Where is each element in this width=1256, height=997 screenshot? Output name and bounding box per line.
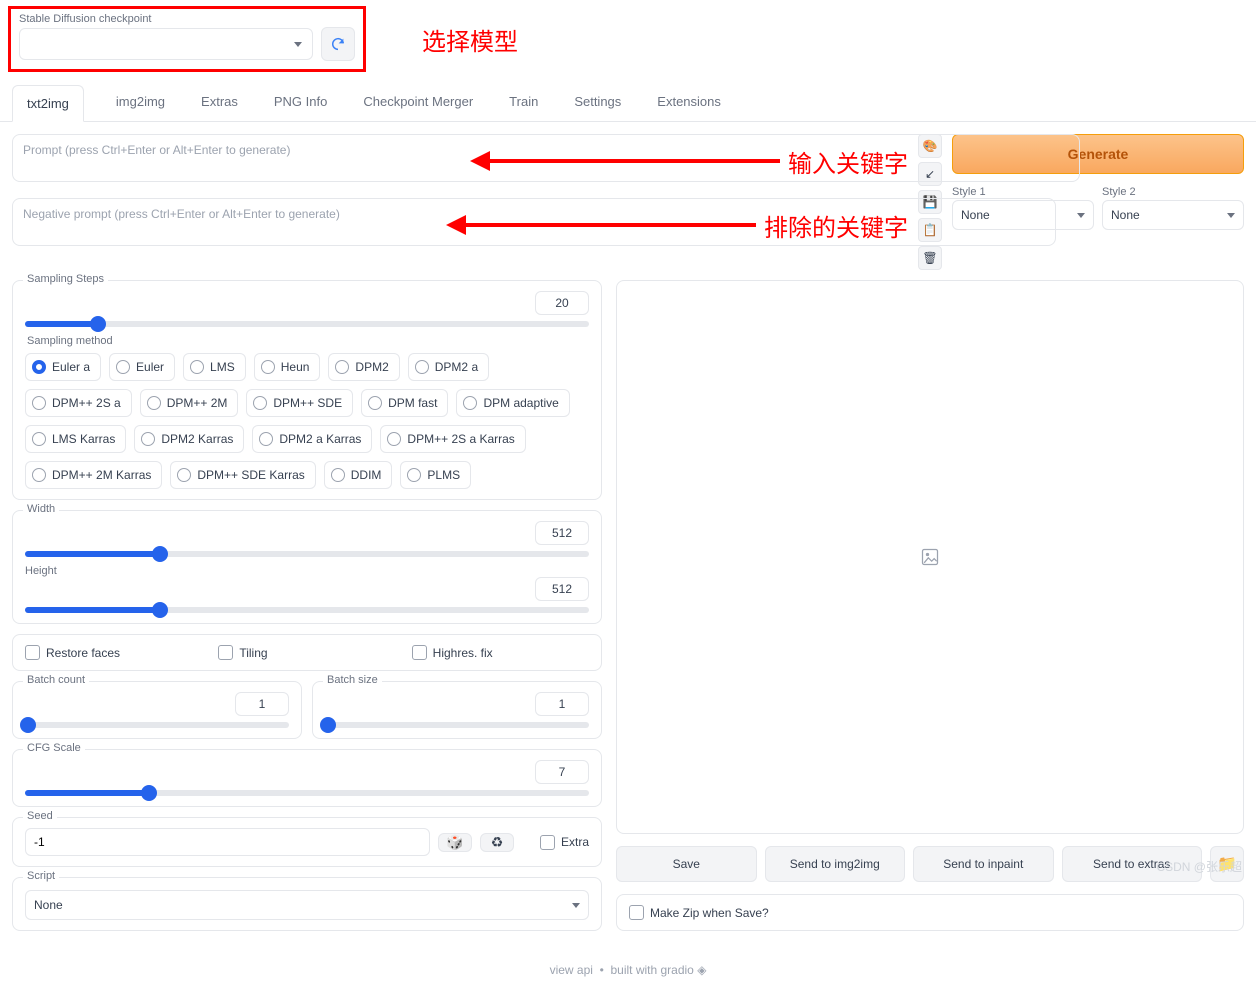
sampling-steps-box: Sampling Steps 20 Sampling method Euler …: [12, 280, 602, 500]
sampler-euler-a[interactable]: Euler a: [25, 353, 101, 381]
batch-count-slider[interactable]: [25, 722, 289, 728]
script-box: Script None: [12, 877, 602, 931]
sampler-dpm-sde[interactable]: DPM++ SDE: [246, 389, 353, 417]
height-value[interactable]: 512: [535, 577, 589, 601]
sampling-steps-value[interactable]: 20: [535, 291, 589, 315]
zip-checkbox[interactable]: Make Zip when Save?: [629, 905, 1231, 920]
sampler-dpm-2s-a-karras[interactable]: DPM++ 2S a Karras: [380, 425, 525, 453]
footer: view api • built with gradio ◈: [0, 943, 1256, 997]
script-select[interactable]: None: [25, 890, 589, 920]
prompt-input[interactable]: Prompt (press Ctrl+Enter or Alt+Enter to…: [12, 134, 1080, 182]
sampler-lms[interactable]: LMS: [183, 353, 246, 381]
image-placeholder-icon: [920, 547, 940, 567]
sampler-dpm-fast[interactable]: DPM fast: [361, 389, 448, 417]
style1-label: Style 1: [952, 186, 1094, 198]
highres-fix-checkbox[interactable]: Highres. fix: [412, 645, 589, 660]
style2-label: Style 2: [1102, 186, 1244, 198]
tab-img2img[interactable]: img2img: [112, 84, 169, 121]
sampler-lms-karras[interactable]: LMS Karras: [25, 425, 126, 453]
sampler-dpm-adaptive[interactable]: DPM adaptive: [456, 389, 569, 417]
seed-box: Seed 🎲 ♻ Extra: [12, 817, 602, 867]
checkpoint-refresh-button[interactable]: [321, 27, 355, 61]
width-slider[interactable]: [25, 551, 589, 557]
seed-random-button[interactable]: 🎲: [438, 833, 472, 852]
restore-faces-checkbox[interactable]: Restore faces: [25, 645, 202, 660]
seed-input[interactable]: [25, 828, 430, 856]
height-slider[interactable]: [25, 607, 589, 613]
sampler-dpm2-a-karras[interactable]: DPM2 a Karras: [252, 425, 372, 453]
sampling-steps-slider[interactable]: [25, 321, 589, 327]
save-button[interactable]: Save: [616, 846, 757, 882]
batch-size-box: Batch size 1: [312, 681, 602, 739]
sampler-radios: Euler aEulerLMSHeunDPM2DPM2 aDPM++ 2S aD…: [25, 353, 589, 489]
main-tabs: txt2img img2img Extras PNG Info Checkpoint M…: [0, 84, 1256, 122]
sampler-dpm-2s-a[interactable]: DPM++ 2S a: [25, 389, 132, 417]
tab-settings[interactable]: Settings: [570, 84, 625, 121]
sampler-dpm2-a[interactable]: DPM2 a: [408, 353, 489, 381]
tab-txt2img[interactable]: txt2img: [12, 85, 84, 122]
negative-prompt-input[interactable]: Negative prompt (press Ctrl+Enter or Alt…: [12, 198, 1056, 246]
refresh-icon: [330, 36, 346, 52]
tab-checkpoint-merger[interactable]: Checkpoint Merger: [359, 84, 477, 121]
zip-option-box: Make Zip when Save?: [616, 894, 1244, 931]
batch-size-value[interactable]: 1: [535, 692, 589, 716]
tiling-checkbox[interactable]: Tiling: [218, 645, 395, 660]
tab-extensions[interactable]: Extensions: [653, 84, 725, 121]
watermark: CSDN @张乐超: [1156, 858, 1242, 875]
sampler-heun[interactable]: Heun: [254, 353, 321, 381]
batch-count-value[interactable]: 1: [235, 692, 289, 716]
sampler-dpm-2m[interactable]: DPM++ 2M: [140, 389, 239, 417]
delete-button[interactable]: 🗑: [918, 246, 942, 270]
tab-extras[interactable]: Extras: [197, 84, 242, 121]
sampler-dpm2-karras[interactable]: DPM2 Karras: [134, 425, 244, 453]
dimensions-box: Width 512 Height 512: [12, 510, 602, 624]
annotation-select-model: 选择模型: [422, 22, 518, 57]
view-api-link[interactable]: view api: [550, 963, 593, 977]
send-img2img-button[interactable]: Send to img2img: [765, 846, 906, 882]
cfg-value[interactable]: 7: [535, 760, 589, 784]
style2-select[interactable]: None: [1102, 200, 1244, 230]
tab-train[interactable]: Train: [505, 84, 542, 121]
cfg-box: CFG Scale 7: [12, 749, 602, 807]
sampler-euler[interactable]: Euler: [109, 353, 175, 381]
batch-size-slider[interactable]: [325, 722, 589, 728]
width-value[interactable]: 512: [535, 521, 589, 545]
sampler-dpm-2m-karras[interactable]: DPM++ 2M Karras: [25, 461, 162, 489]
send-inpaint-button[interactable]: Send to inpaint: [913, 846, 1054, 882]
seed-reuse-button[interactable]: ♻: [480, 833, 514, 852]
seed-extra-checkbox[interactable]: Extra: [540, 835, 589, 850]
options-box: Restore faces Tiling Highres. fix: [12, 634, 602, 671]
batch-count-box: Batch count 1: [12, 681, 302, 739]
tab-png-info[interactable]: PNG Info: [270, 84, 331, 121]
sampler-plms[interactable]: PLMS: [400, 461, 471, 489]
checkpoint-section: Stable Diffusion checkpoint: [8, 6, 366, 72]
sampler-dpm-sde-karras[interactable]: DPM++ SDE Karras: [170, 461, 315, 489]
checkpoint-label: Stable Diffusion checkpoint: [19, 13, 355, 25]
checkpoint-select[interactable]: [19, 28, 313, 60]
sampler-dpm2[interactable]: DPM2: [328, 353, 399, 381]
cfg-slider[interactable]: [25, 790, 589, 796]
output-preview: [616, 280, 1244, 834]
sampler-ddim[interactable]: DDIM: [324, 461, 393, 489]
